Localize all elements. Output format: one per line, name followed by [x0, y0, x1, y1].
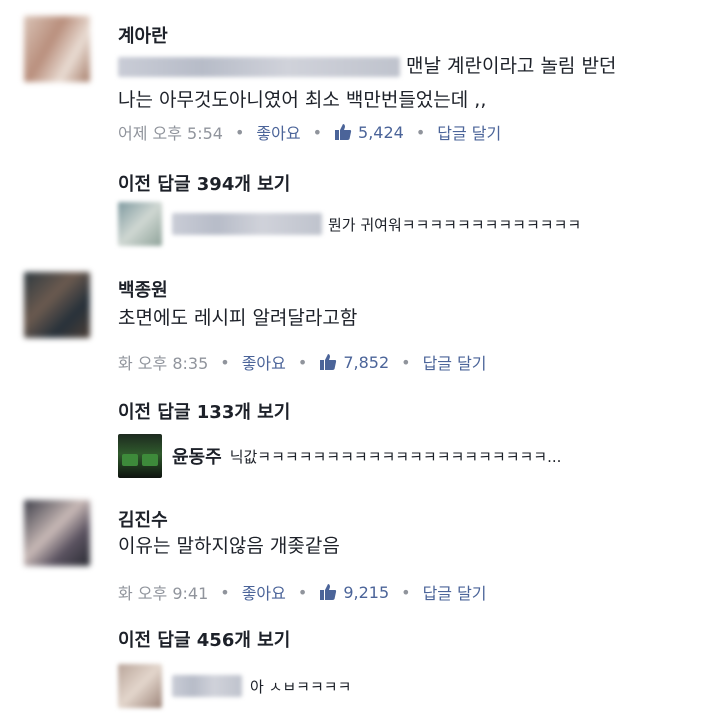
separator: •: [297, 352, 308, 372]
reply-text: 아 ㅅㅂㅋㅋㅋㅋ: [250, 677, 352, 696]
view-previous-replies[interactable]: 이전 답글 133개 보기: [118, 398, 290, 424]
avatar[interactable]: [24, 16, 90, 82]
comment-text: 이유는 말하지않음 개좆같음: [118, 535, 340, 557]
separator: •: [297, 582, 308, 602]
blurred-mention: [118, 56, 400, 77]
comment-meta: 어제 오후 5:54 • 좋아요 • 5,424 • 답글 달기: [118, 120, 501, 144]
view-previous-replies[interactable]: 이전 답글 394개 보기: [118, 170, 290, 196]
reply-text: 닉값ㅋㅋㅋㅋㅋㅋㅋㅋㅋㅋㅋㅋㅋㅋㅋㅋㅋㅋㅋㅋㅋ...: [229, 447, 562, 466]
reply-button[interactable]: 답글 달기: [423, 350, 487, 374]
avatar[interactable]: [118, 664, 162, 708]
comment-meta: 화 오후 9:41 • 좋아요 • 9,215 • 답글 달기: [118, 580, 487, 604]
comment-text-line: 맨날 계란이라고 놀림 받던: [406, 55, 617, 77]
reply-button[interactable]: 답글 달기: [423, 580, 487, 604]
thumbs-up-icon: [335, 124, 352, 140]
like-count[interactable]: 5,424: [358, 123, 404, 142]
view-previous-replies[interactable]: 이전 답글 456개 보기: [118, 626, 290, 652]
separator: •: [401, 582, 411, 602]
reply-text: 뭔가 귀여워ㅋㅋㅋㅋㅋㅋㅋㅋㅋㅋㅋㅋㅋ: [328, 215, 582, 234]
comment-text: 초면에도 레시피 알려달라고함: [118, 307, 358, 329]
like-button[interactable]: 좋아요: [242, 580, 286, 604]
separator: •: [415, 122, 426, 142]
reply-author[interactable]: 윤동주: [172, 443, 222, 469]
comment-author[interactable]: 계아란: [118, 22, 168, 48]
thumbs-up-icon: [320, 584, 337, 600]
comment-author[interactable]: 김진수: [118, 506, 168, 532]
separator: •: [234, 122, 245, 142]
blurred-name: [172, 675, 242, 697]
comment-text-line: 나는 아무것도아니였어 최소 백만번들었는데 ,,: [118, 89, 487, 111]
separator: •: [401, 352, 411, 372]
comment-meta: 화 오후 8:35 • 좋아요 • 7,852 • 답글 달기: [118, 350, 487, 374]
thumbs-up-icon: [320, 354, 337, 370]
reply-item: 윤동주 닉값ㅋㅋㅋㅋㅋㅋㅋㅋㅋㅋㅋㅋㅋㅋㅋㅋㅋㅋㅋㅋㅋ...: [118, 434, 561, 478]
like-button[interactable]: 좋아요: [242, 350, 286, 374]
like-count[interactable]: 9,215: [343, 583, 389, 602]
separator: •: [312, 122, 323, 142]
avatar[interactable]: [24, 500, 90, 566]
avatar[interactable]: [24, 272, 90, 338]
like-count[interactable]: 7,852: [343, 353, 389, 372]
reply-item: 뭔가 귀여워ㅋㅋㅋㅋㅋㅋㅋㅋㅋㅋㅋㅋㅋ: [118, 202, 581, 246]
avatar[interactable]: [118, 434, 162, 478]
avatar[interactable]: [118, 202, 162, 246]
comment-time[interactable]: 화 오후 8:35: [118, 350, 208, 374]
comment-time[interactable]: 어제 오후 5:54: [118, 120, 223, 144]
reply-item: 아 ㅅㅂㅋㅋㅋㅋ: [118, 664, 351, 708]
separator: •: [220, 582, 230, 602]
comment-text: 맨날 계란이라고 놀림 받던: [118, 50, 616, 82]
like-button[interactable]: 좋아요: [256, 120, 300, 144]
comment-time[interactable]: 화 오후 9:41: [118, 580, 208, 604]
reply-button[interactable]: 답글 달기: [437, 120, 501, 144]
blurred-name: [172, 213, 322, 235]
separator: •: [220, 352, 230, 372]
comment-author[interactable]: 백종원: [118, 276, 168, 302]
